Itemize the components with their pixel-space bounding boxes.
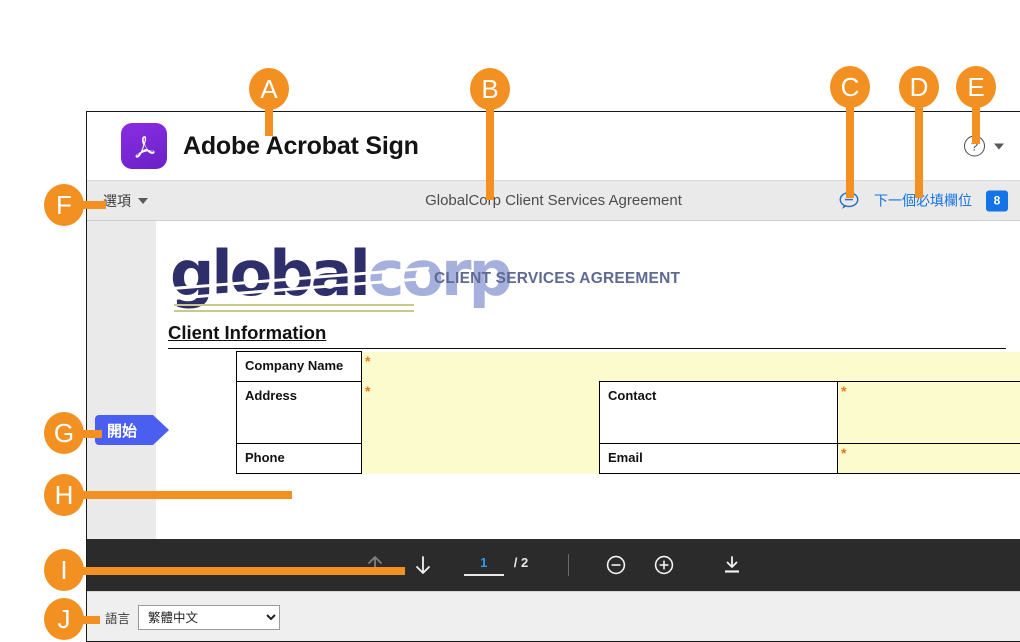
callout-b: B <box>470 68 510 110</box>
section-heading: Client Information <box>168 322 327 343</box>
agreement-title: CLIENT SERVICES AGREEMENT <box>434 270 681 287</box>
plus-circle-icon[interactable] <box>651 552 677 578</box>
callout-f: F <box>44 184 84 226</box>
field-label-contact: Contact <box>599 381 838 444</box>
required-marker: * <box>365 352 371 369</box>
download-icon[interactable] <box>719 552 745 578</box>
language-select[interactable]: 繁體中文 <box>138 605 281 630</box>
required-marker: * <box>841 445 847 461</box>
client-information-table: Company Name * Address * Contact * Phone… <box>236 351 1020 474</box>
logo-underline-1 <box>174 304 414 306</box>
required-marker: * <box>841 383 847 399</box>
callout-a: A <box>249 68 289 110</box>
logo-underline-2 <box>174 310 414 312</box>
callout-c: C <box>830 66 870 108</box>
toolbar-divider <box>568 554 570 576</box>
client-information-section: Client Information <box>168 322 1006 349</box>
page-indicator: / 2 <box>463 554 529 576</box>
language-label: 語言 <box>105 612 131 626</box>
input-phone[interactable] <box>361 443 600 474</box>
arrow-down-icon[interactable] <box>410 552 436 578</box>
callout-g: G <box>44 412 84 454</box>
input-address[interactable]: * <box>361 381 600 444</box>
input-contact[interactable]: * <box>837 381 1020 444</box>
document-toolbar: 選項 GlobalCorp Client Services Agreement … <box>87 181 1020 221</box>
field-label-phone: Phone <box>236 443 362 474</box>
required-marker: * <box>365 382 371 399</box>
language-bar: 語言 繁體中文 <box>87 591 1020 641</box>
callout-i: I <box>44 549 84 591</box>
input-company-name[interactable]: * <box>361 351 1020 382</box>
chevron-down-icon[interactable] <box>994 143 1004 149</box>
callout-h: H <box>44 474 84 516</box>
start-field-tag[interactable]: 開始 <box>95 411 171 449</box>
table-row: Company Name * <box>236 351 1020 382</box>
toolbar-right-actions: 下一個必填欄位 8 <box>838 190 1008 211</box>
options-button[interactable]: 選項 <box>103 191 148 211</box>
page-number-input[interactable] <box>463 554 504 576</box>
callout-e: E <box>956 66 996 108</box>
field-label-company-name: Company Name <box>236 351 362 382</box>
options-label: 選項 <box>103 192 131 209</box>
screenshot-root: Adobe Acrobat Sign ? 選項 GlobalCorp Clien… <box>0 0 1020 642</box>
field-label-email: Email <box>599 443 838 474</box>
chevron-down-icon <box>138 197 148 204</box>
field-label-address: Address <box>236 381 362 444</box>
globalcorp-logo: globalcorp <box>170 237 513 319</box>
leader-line-h <box>80 491 292 499</box>
section-divider <box>168 348 1006 349</box>
app-title: Adobe Acrobat Sign <box>183 131 419 160</box>
callout-j: J <box>44 598 84 640</box>
required-field-count-badge: 8 <box>986 190 1008 211</box>
acrobat-sign-window: Adobe Acrobat Sign ? 選項 GlobalCorp Clien… <box>86 111 1020 642</box>
header-actions: ? <box>964 135 1004 157</box>
leader-line-i <box>80 567 405 575</box>
next-required-field-link[interactable]: 下一個必填欄位 <box>874 191 972 211</box>
svg-text:開始: 開始 <box>107 422 137 440</box>
viewer-bottom-toolbar: / 2 <box>87 539 1020 591</box>
page-total-label: / 2 <box>513 554 529 570</box>
table-row: Phone Email * <box>236 443 1020 474</box>
app-header: Adobe Acrobat Sign ? <box>87 112 1020 181</box>
callout-d: D <box>899 66 939 108</box>
page-navigation-group: / 2 <box>362 552 745 578</box>
acrobat-logo-icon <box>121 123 167 169</box>
minus-circle-icon[interactable] <box>603 552 629 578</box>
input-email[interactable]: * <box>837 443 1020 474</box>
